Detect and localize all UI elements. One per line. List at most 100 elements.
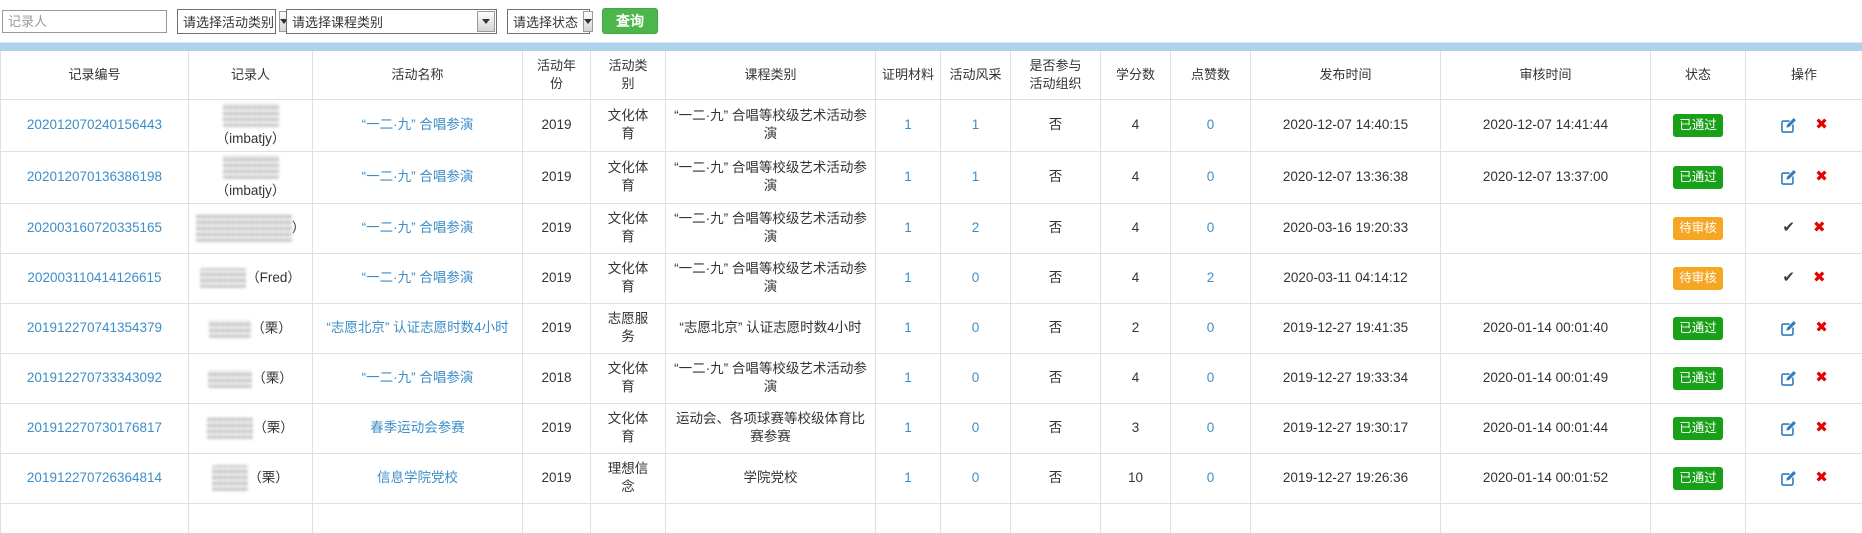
record-id-link[interactable]: 202003110414126615: [27, 270, 161, 285]
activity-year: 2018: [523, 353, 591, 403]
gallery-count-link[interactable]: 0: [972, 470, 980, 485]
activity-name-link[interactable]: “一二·九” 合唱参演: [362, 270, 474, 285]
record-id-link[interactable]: 201912270726364814: [27, 470, 162, 485]
course-type-select[interactable]: 请选择课程类别: [286, 9, 497, 34]
likes-count-link[interactable]: 0: [1207, 370, 1215, 385]
likes-count-link[interactable]: 0: [1207, 117, 1215, 132]
is-organizer: 否: [1011, 151, 1101, 203]
activity-category: 文化体育: [591, 403, 666, 453]
proof-count-link[interactable]: 1: [904, 370, 912, 385]
publish-time: 2019-12-27 19:41:35: [1251, 303, 1441, 353]
activity-name-link[interactable]: 信息学院党校: [377, 470, 458, 485]
publish-time: 2019-12-27 19:33:34: [1251, 353, 1441, 403]
status-select[interactable]: 请选择状态: [507, 9, 590, 34]
record-id-link[interactable]: 202003160720335165: [27, 220, 162, 235]
proof-count-link[interactable]: 1: [904, 420, 912, 435]
activity-category: 理想信念: [591, 453, 666, 503]
search-button[interactable]: 查询: [602, 8, 658, 34]
delete-x-icon[interactable]: ✖: [1815, 368, 1828, 388]
records-table: 记录编号记录人活动名称活动年份活动类别课程类别证明材料活动风采是否参与活动组织学…: [0, 51, 1862, 533]
row-actions: ✖: [1746, 403, 1862, 453]
gallery-count-link[interactable]: 0: [972, 270, 980, 285]
proof-count-link[interactable]: 1: [904, 320, 912, 335]
delete-x-icon[interactable]: ✖: [1815, 115, 1828, 135]
approve-check-icon[interactable]: ✔: [1782, 268, 1795, 288]
activity-name-link[interactable]: 春季运动会参赛: [370, 420, 465, 435]
edit-icon[interactable]: [1780, 117, 1797, 134]
review-time: 2020-12-07 13:37:00: [1441, 151, 1651, 203]
column-header-10: 学分数: [1101, 51, 1171, 99]
recorder-cell: （栗）: [189, 453, 313, 503]
table-row: 201912270730176817 （栗） 春季运动会参赛 2019 文化体育…: [1, 403, 1862, 453]
activity-name-link[interactable]: “一二·九” 合唱参演: [362, 370, 474, 385]
course-category: “一二·九” 合唱等校级艺术活动参演: [666, 203, 876, 253]
edit-icon[interactable]: [1780, 420, 1797, 437]
delete-x-icon[interactable]: ✖: [1815, 418, 1828, 438]
gallery-count-link[interactable]: 2: [972, 220, 980, 235]
activity-type-select[interactable]: 请选择活动类别: [177, 9, 276, 34]
is-organizer: 否: [1011, 203, 1101, 253]
credits: 4: [1101, 353, 1171, 403]
gallery-count-link[interactable]: 0: [972, 420, 980, 435]
delete-x-icon[interactable]: ✖: [1815, 167, 1828, 187]
review-time: [1441, 203, 1651, 253]
publish-time: 2020-03-11 04:14:12: [1251, 253, 1441, 303]
status-badge: 已通过: [1673, 114, 1723, 137]
column-header-1: 记录编号: [1, 51, 189, 99]
recorder-search-input[interactable]: [2, 10, 167, 33]
likes-count-link[interactable]: 2: [1207, 270, 1215, 285]
activity-name-link[interactable]: “一二·九” 合唱参演: [362, 220, 474, 235]
proof-count-link[interactable]: 1: [904, 117, 912, 132]
record-id-link[interactable]: 202012070136386198: [27, 169, 162, 184]
delete-x-icon[interactable]: ✖: [1815, 318, 1828, 338]
proof-count-link[interactable]: 1: [904, 270, 912, 285]
redacted-name: [209, 320, 251, 338]
proof-count-link[interactable]: 1: [904, 220, 912, 235]
record-id-link[interactable]: 201912270741354379: [27, 320, 162, 335]
table-header-row: 记录编号记录人活动名称活动年份活动类别课程类别证明材料活动风采是否参与活动组织学…: [1, 51, 1862, 99]
redacted-name: [223, 155, 279, 179]
edit-icon[interactable]: [1780, 370, 1797, 387]
record-id-link[interactable]: 201912270733343092: [27, 370, 162, 385]
activity-name-link[interactable]: “志愿北京” 认证志愿时数4小时: [326, 320, 508, 335]
column-header-6: 课程类别: [666, 51, 876, 99]
publish-time: 2020-12-07 14:40:15: [1251, 99, 1441, 151]
gallery-count-link[interactable]: 0: [972, 320, 980, 335]
redacted-name: [196, 214, 292, 242]
approve-check-icon[interactable]: ✔: [1782, 218, 1795, 238]
table-row: 202012070136386198 （imbatjy） “一二·九” 合唱参演…: [1, 151, 1862, 203]
delete-x-icon[interactable]: ✖: [1813, 268, 1826, 288]
course-category: “一二·九” 合唱等校级艺术活动参演: [666, 99, 876, 151]
empty-row: [1, 503, 1862, 533]
likes-count-link[interactable]: 0: [1207, 320, 1215, 335]
likes-count-link[interactable]: 0: [1207, 470, 1215, 485]
row-actions: ✔✖: [1746, 203, 1862, 253]
activity-year: 2019: [523, 99, 591, 151]
delete-x-icon[interactable]: ✖: [1815, 468, 1828, 488]
activity-name-link[interactable]: “一二·九” 合唱参演: [362, 117, 474, 132]
is-organizer: 否: [1011, 353, 1101, 403]
recorder-cell: （imbatjy）: [189, 151, 313, 203]
proof-count-link[interactable]: 1: [904, 169, 912, 184]
gallery-count-link[interactable]: 0: [972, 370, 980, 385]
likes-count-link[interactable]: 0: [1207, 420, 1215, 435]
activity-name-link[interactable]: “一二·九” 合唱参演: [362, 169, 474, 184]
activity-category: 文化体育: [591, 353, 666, 403]
gallery-count-link[interactable]: 1: [972, 117, 980, 132]
edit-icon[interactable]: [1780, 320, 1797, 337]
proof-count-link[interactable]: 1: [904, 470, 912, 485]
record-id-link[interactable]: 201912270730176817: [27, 420, 162, 435]
edit-icon[interactable]: [1780, 169, 1797, 186]
gallery-count-link[interactable]: 1: [972, 169, 980, 184]
likes-count-link[interactable]: 0: [1207, 220, 1215, 235]
record-id-link[interactable]: 202012070240156443: [27, 117, 162, 132]
status-badge: 待审核: [1673, 267, 1723, 290]
edit-icon[interactable]: [1780, 470, 1797, 487]
is-organizer: 否: [1011, 453, 1101, 503]
row-actions: ✖: [1746, 353, 1862, 403]
status-badge: 已通过: [1673, 417, 1723, 440]
table-row: 202012070240156443 （imbatjy） “一二·九” 合唱参演…: [1, 99, 1862, 151]
likes-count-link[interactable]: 0: [1207, 169, 1215, 184]
delete-x-icon[interactable]: ✖: [1813, 218, 1826, 238]
recorder-visible-text: （栗）: [251, 320, 292, 335]
